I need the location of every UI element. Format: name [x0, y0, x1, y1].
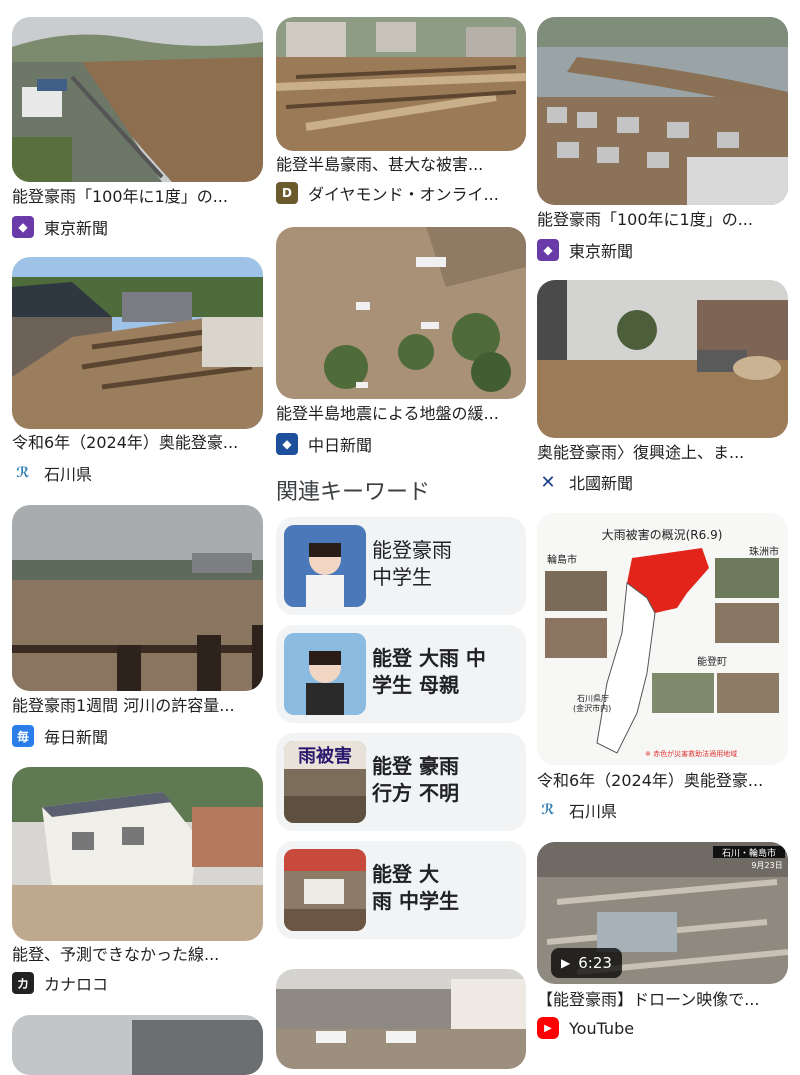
map-label: 珠洲市 [749, 545, 779, 558]
diamond-online-icon: D [276, 182, 298, 204]
keyword-line: 学生 母親 [372, 673, 459, 697]
video-result-card[interactable]: 石川・輪島市 9月23日 ▶ 6:23 【能登豪雨】ドローン映像で... ▶ Y… [537, 842, 788, 1042]
source-name: 毎日新聞 [44, 728, 109, 747]
result-source[interactable]: D ダイヤモンド・オンライ... [276, 181, 499, 205]
keyword-line: 能登豪雨 [372, 538, 452, 562]
keyword-text: 能登 豪雨 行方 不明 [372, 753, 517, 807]
kanaloco-icon: カ [12, 972, 34, 994]
keyword-thumbnail: 雨被害 [284, 741, 366, 823]
image-result-card[interactable]: 能登半島豪雨、甚大な被害... D ダイヤモンド・オンライ... [276, 17, 526, 212]
result-thumbnail[interactable] [12, 1015, 263, 1075]
play-icon: ▶ [561, 956, 571, 970]
youtube-icon: ▶ [537, 1017, 559, 1039]
image-result-card[interactable]: 令和6年（2024年）奥能登豪... ℛ 石川県 [12, 257, 263, 487]
result-title[interactable]: 能登豪雨「100年に1度」の... [12, 187, 263, 207]
keyword-thumbnail [284, 849, 366, 931]
chunichi-icon: ◆ [276, 433, 298, 455]
source-name: 中日新聞 [308, 436, 373, 455]
result-thumbnail[interactable] [276, 17, 526, 151]
result-thumbnail[interactable] [12, 505, 263, 691]
result-title[interactable]: 能登豪雨「100年に1度」の... [537, 210, 788, 230]
ishikawa-prefecture-icon: ℛ [541, 802, 555, 818]
map-label: 輪島市 [547, 553, 577, 566]
source-name: 北國新聞 [569, 474, 634, 493]
result-source[interactable]: カ カナロコ [12, 971, 108, 995]
result-source[interactable]: ▶ YouTube [537, 1016, 634, 1040]
result-thumbnail[interactable] [276, 227, 526, 399]
map-label: (金沢市内) [573, 703, 611, 713]
keyword-line: 中学生 [372, 565, 432, 589]
result-source[interactable]: 毎 毎日新聞 [12, 724, 108, 748]
result-thumbnail[interactable] [537, 280, 788, 438]
result-source[interactable]: ℛ 石川県 [537, 798, 617, 822]
keyword-text: 能登 大 雨 中学生 [372, 861, 517, 915]
tokyo-shimbun-icon: ◆ [12, 216, 34, 238]
result-title[interactable]: 能登豪雨1週間 河川の許容量... [12, 696, 263, 716]
video-duration-badge: ▶ 6:23 [551, 948, 622, 978]
source-name: カナロコ [44, 975, 109, 994]
map-note: ※ 赤色が災害救助法適用地域 [645, 749, 737, 758]
keyword-line: 雨 中学生 [372, 889, 459, 913]
result-thumbnail[interactable] [12, 767, 263, 941]
keyword-chip[interactable]: 能登 大雨 中 学生 母親 [276, 625, 526, 723]
source-name: 石川県 [44, 465, 93, 484]
image-result-card[interactable]: 能登半島地震による地盤の緩... ◆ 中日新聞 [276, 227, 526, 459]
image-result-card[interactable]: 大雨被害の概況(R6.9) 輪島市 珠洲市 能登町 石川県庁 (金沢市内) ※ … [537, 513, 788, 823]
source-name: 石川県 [569, 802, 618, 821]
thumbnail-caption: 雨被害 [298, 745, 352, 767]
keyword-thumbnail [284, 525, 366, 607]
source-name: 東京新聞 [569, 242, 634, 261]
keyword-chip[interactable]: 能登 大 雨 中学生 [276, 841, 526, 939]
image-result-card[interactable]: 奥能登豪雨〉復興途上、ま... ✕ 北國新聞 [537, 280, 788, 495]
map-title: 大雨被害の概況(R6.9) [602, 527, 723, 542]
result-source[interactable]: ◆ 東京新聞 [12, 215, 108, 239]
tokyo-shimbun-icon: ◆ [537, 239, 559, 261]
map-label: 石川県庁 [577, 693, 609, 703]
keyword-line: 能登 大 [372, 862, 439, 886]
result-title[interactable]: 【能登豪雨】ドローン映像で... [537, 990, 788, 1010]
image-result-card[interactable] [276, 969, 526, 1069]
related-keywords-heading: 関連キーワード [276, 480, 431, 505]
result-thumbnail[interactable] [537, 17, 788, 205]
video-duration: 6:23 [578, 954, 612, 972]
image-result-card[interactable]: 能登、予測できなかった線... カ カナロコ [12, 767, 263, 999]
result-title[interactable]: 能登、予測できなかった線... [12, 945, 263, 965]
result-title[interactable]: 奥能登豪雨〉復興途上、ま... [537, 443, 788, 463]
mainichi-icon: 毎 [12, 725, 34, 747]
video-date: 9月23日 [751, 861, 782, 870]
ishikawa-prefecture-icon: ℛ [16, 465, 30, 481]
result-source[interactable]: ✕ 北國新聞 [537, 470, 633, 494]
keyword-chip[interactable]: 能登豪雨 中学生 [276, 517, 526, 615]
keyword-line: 能登 大雨 中 [372, 646, 486, 670]
image-result-card[interactable]: 能登豪雨「100年に1度」の... ◆ 東京新聞 [12, 17, 263, 242]
video-location: 石川・輪島市 [722, 847, 776, 859]
map-label: 能登町 [697, 655, 727, 668]
result-source[interactable]: ℛ 石川県 [12, 461, 92, 485]
source-name: YouTube [569, 1018, 635, 1038]
image-result-card[interactable]: 能登豪雨「100年に1度」の... ◆ 東京新聞 [537, 17, 788, 265]
source-name: ダイヤモンド・オンライ... [308, 185, 499, 204]
result-thumbnail[interactable]: 大雨被害の概況(R6.9) 輪島市 珠洲市 能登町 石川県庁 (金沢市内) ※ … [537, 513, 788, 765]
keyword-line: 能登 豪雨 [372, 754, 459, 778]
source-name: 東京新聞 [44, 219, 109, 238]
result-title[interactable]: 令和6年（2024年）奥能登豪... [12, 433, 263, 453]
result-thumbnail[interactable] [12, 257, 263, 429]
hokkoku-icon: ✕ [540, 471, 556, 493]
keyword-text: 能登豪雨 中学生 [372, 537, 517, 591]
result-thumbnail[interactable] [276, 969, 526, 1069]
result-thumbnail[interactable] [12, 17, 263, 182]
image-result-card[interactable]: 能登豪雨1週間 河川の許容量... 毎 毎日新聞 [12, 505, 263, 750]
result-title[interactable]: 能登半島地震による地盤の緩... [276, 404, 526, 424]
image-result-card[interactable] [12, 1015, 263, 1075]
keyword-line: 行方 不明 [372, 781, 459, 805]
keyword-text: 能登 大雨 中 学生 母親 [372, 645, 517, 699]
keyword-chip[interactable]: 雨被害 能登 豪雨 行方 不明 [276, 733, 526, 831]
result-source[interactable]: ◆ 東京新聞 [537, 238, 633, 262]
result-title[interactable]: 能登半島豪雨、甚大な被害... [276, 155, 526, 175]
result-title[interactable]: 令和6年（2024年）奥能登豪... [537, 771, 788, 791]
keyword-thumbnail [284, 633, 366, 715]
result-source[interactable]: ◆ 中日新聞 [276, 432, 372, 456]
